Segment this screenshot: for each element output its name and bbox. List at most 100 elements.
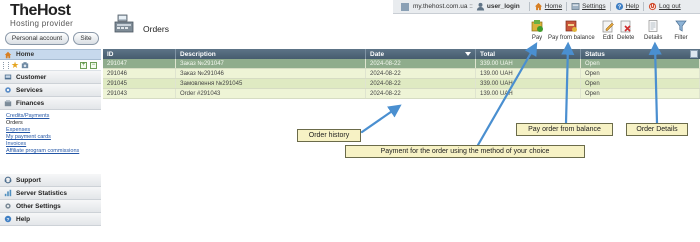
sidebar-item-label: Services bbox=[16, 86, 43, 94]
page-title: Orders bbox=[143, 24, 169, 34]
sidebar-item-expenses[interactable]: Expenses bbox=[6, 127, 101, 134]
personal-account-button[interactable]: Personal account bbox=[5, 32, 69, 45]
pay-from-balance-button[interactable]: Pay from balance bbox=[548, 19, 595, 41]
cell-description: Заказ №291047 bbox=[176, 59, 366, 68]
delete-button[interactable]: Delete bbox=[617, 19, 634, 41]
orders-table: ID Description Date Total Status 291047 … bbox=[103, 49, 700, 99]
sort-descending-icon bbox=[465, 52, 471, 56]
table-row[interactable]: 291046 Заказ №291046 2024-08-22 139.00 U… bbox=[103, 69, 700, 79]
table-row[interactable]: 291043 Order #291043 2024-08-22 139.00 U… bbox=[103, 89, 700, 99]
divider bbox=[642, 2, 644, 11]
details-button[interactable]: Details bbox=[644, 19, 662, 41]
table-row[interactable]: 291045 Замовлення №291045 2024-08-22 339… bbox=[103, 79, 700, 89]
arrow-order-history bbox=[360, 104, 402, 134]
pay-icon bbox=[531, 20, 543, 32]
brand-logo[interactable]: TheHost Hosting provider bbox=[10, 2, 100, 29]
edit-icon bbox=[602, 20, 614, 33]
toolbar: Pay Pay from balance Edit Delete Details… bbox=[525, 19, 700, 45]
sidebar-item-help[interactable]: ? Help bbox=[0, 213, 101, 226]
other-settings-icon bbox=[5, 203, 11, 209]
sidebar-item-customer[interactable]: Customer bbox=[0, 71, 101, 84]
support-icon bbox=[4, 176, 12, 184]
pay-button[interactable]: Pay bbox=[530, 19, 544, 41]
delete-icon bbox=[620, 20, 631, 33]
cell-date: 2024-08-22 bbox=[366, 79, 476, 88]
sidebar-item-other-settings[interactable]: Other Settings bbox=[0, 200, 101, 213]
settings-icon bbox=[571, 3, 580, 10]
cash-register-icon bbox=[114, 14, 134, 33]
edit-button[interactable]: Edit bbox=[601, 19, 615, 41]
home-link[interactable]: Home bbox=[534, 2, 562, 11]
cell-description: Замовлення №291045 bbox=[176, 79, 366, 88]
filter-button[interactable]: Filter bbox=[674, 19, 688, 41]
column-settings-icon[interactable] bbox=[690, 50, 698, 58]
cell-id: 291046 bbox=[103, 69, 176, 78]
home-link-label: Home bbox=[544, 3, 563, 10]
expand-all-icon[interactable]: + bbox=[80, 62, 87, 69]
logout-link[interactable]: Log out bbox=[648, 2, 681, 11]
cell-total: 139.00 UAH bbox=[476, 69, 581, 78]
column-header-total[interactable]: Total bbox=[476, 49, 581, 59]
column-header-date[interactable]: Date bbox=[366, 49, 476, 59]
cell-status: Open bbox=[581, 89, 700, 98]
finances-icon bbox=[4, 100, 12, 107]
cell-total: 339.00 UAH bbox=[476, 79, 581, 88]
customer-icon bbox=[4, 74, 12, 80]
sidebar-item-server-statistics[interactable]: Server Statistics bbox=[0, 187, 101, 200]
camera-icon[interactable] bbox=[21, 61, 29, 69]
logout-icon bbox=[648, 2, 657, 11]
sidebar-item-services[interactable]: Services bbox=[0, 84, 101, 97]
svg-text:?: ? bbox=[7, 217, 10, 223]
site-button[interactable]: Site bbox=[73, 32, 99, 45]
sidebar-item-finances[interactable]: Finances bbox=[0, 97, 101, 110]
sidebar-item-credits-payments[interactable]: Credits/Payments bbox=[6, 113, 101, 120]
cell-id: 291045 bbox=[103, 79, 176, 88]
svg-text:?: ? bbox=[617, 5, 620, 11]
sidebar-item-affiliate-commissions[interactable]: Affiliate program commissions bbox=[6, 148, 101, 155]
grip-handle-icon[interactable] bbox=[3, 61, 9, 69]
cell-total: 339.00 UAH bbox=[476, 59, 581, 68]
sidebar-item-label: Other Settings bbox=[16, 202, 61, 210]
sidebar-item-home[interactable]: Home bbox=[0, 49, 101, 60]
callout-pay-from-balance: Pay order from balance bbox=[516, 123, 613, 136]
services-icon bbox=[5, 87, 11, 93]
settings-link[interactable]: Settings bbox=[571, 2, 606, 11]
brand-name: TheHost bbox=[10, 2, 71, 19]
sidebar-item-support[interactable]: Support bbox=[0, 174, 101, 187]
collapse-all-icon[interactable]: − bbox=[90, 62, 97, 69]
filter-label: Filter bbox=[674, 35, 688, 41]
cell-date: 2024-08-22 bbox=[366, 89, 476, 98]
callout-order-history: Order history bbox=[297, 129, 361, 142]
help-link[interactable]: ? Help bbox=[615, 2, 639, 11]
table-row[interactable]: 291047 Заказ №291047 2024-08-22 339.00 U… bbox=[103, 59, 700, 69]
sidebar-item-label: Server Statistics bbox=[16, 189, 67, 197]
column-header-label: Description bbox=[180, 50, 216, 58]
details-icon bbox=[648, 20, 658, 32]
column-header-status[interactable]: Status bbox=[581, 49, 700, 59]
server-icon bbox=[401, 2, 409, 11]
sidebar-item-invoices[interactable]: Invoices bbox=[6, 141, 101, 148]
filter-icon bbox=[675, 20, 687, 32]
user-icon bbox=[476, 2, 484, 11]
column-header-id[interactable]: ID bbox=[103, 49, 176, 59]
cell-id: 291043 bbox=[103, 89, 176, 98]
column-header-description[interactable]: Description bbox=[176, 49, 366, 59]
brand-tagline: Hosting provider bbox=[10, 19, 74, 28]
sidebar-item-orders[interactable]: Orders bbox=[6, 120, 101, 127]
pay-label: Pay bbox=[531, 35, 543, 41]
help-icon: ? bbox=[615, 2, 623, 11]
server-label: my.thehost.com.ua :: bbox=[413, 3, 473, 10]
home-icon bbox=[534, 2, 542, 11]
sidebar-item-label: Customer bbox=[16, 73, 47, 81]
column-header-label: ID bbox=[107, 50, 114, 58]
cell-description: Заказ №291046 bbox=[176, 69, 366, 78]
cell-id: 291047 bbox=[103, 59, 176, 68]
sidebar-item-my-payment-cards[interactable]: My payment cards bbox=[6, 134, 101, 141]
cell-status: Open bbox=[581, 59, 700, 68]
home-icon bbox=[4, 51, 12, 58]
star-icon[interactable]: ★ bbox=[11, 60, 19, 70]
column-header-label: Status bbox=[585, 50, 605, 58]
sidebar-item-label: Help bbox=[16, 215, 31, 223]
user-login: user_login bbox=[486, 3, 520, 10]
